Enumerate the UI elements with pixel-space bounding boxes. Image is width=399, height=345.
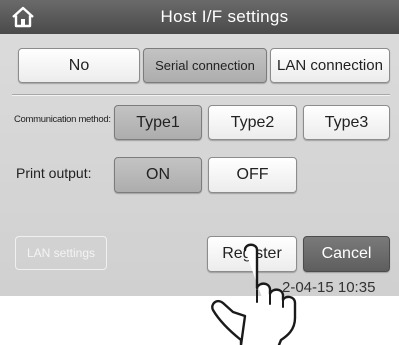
no-connection-button[interactable]: No: [18, 48, 140, 83]
communication-method-label: Communication method:: [14, 114, 111, 125]
title-bar: Host I/F settings: [0, 0, 399, 34]
serial-connection-button[interactable]: Serial connection: [143, 48, 267, 83]
pointing-hand-icon: [211, 243, 297, 345]
type3-button[interactable]: Type3: [303, 105, 390, 140]
page-title: Host I/F settings: [160, 7, 289, 26]
print-output-off-button[interactable]: OFF: [208, 157, 297, 193]
home-button[interactable]: [6, 3, 40, 31]
divider: [12, 94, 390, 96]
lan-connection-button[interactable]: LAN connection: [270, 48, 390, 83]
print-output-label: Print output:: [16, 165, 92, 181]
cancel-button[interactable]: Cancel: [303, 236, 390, 272]
home-icon: [12, 6, 34, 28]
lan-settings-button[interactable]: LAN settings: [15, 236, 107, 270]
type1-button[interactable]: Type1: [114, 105, 202, 140]
touch-screen: Host I/F settings No Serial connection L…: [0, 0, 399, 296]
type2-button[interactable]: Type2: [208, 105, 297, 140]
print-output-on-button[interactable]: ON: [114, 157, 202, 193]
